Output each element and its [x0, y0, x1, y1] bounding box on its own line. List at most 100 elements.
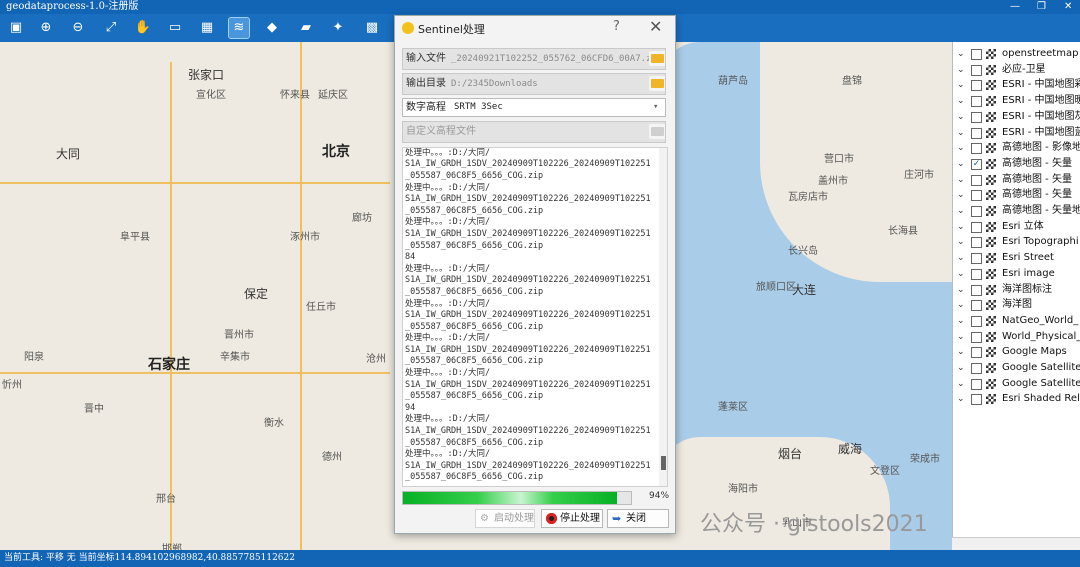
log-scrollbar[interactable] [659, 148, 667, 486]
select-icon[interactable]: ▩ [362, 18, 382, 38]
layer-item[interactable]: ⌄ NatGeo_World_ [953, 313, 1080, 329]
layer-item[interactable]: ⌄ ESRI - 中国地图暖 [953, 93, 1080, 109]
layer-item[interactable]: ⌄ Esri image [953, 266, 1080, 282]
layer-checkbox[interactable] [971, 80, 982, 92]
layer-checkbox[interactable] [971, 363, 982, 374]
expand-icon[interactable]: ⌄ [957, 329, 965, 345]
layer-checkbox[interactable] [971, 190, 982, 202]
layer-checkbox[interactable] [971, 331, 982, 343]
expand-icon[interactable]: ⌄ [957, 140, 965, 156]
dem-select[interactable]: 数字高程 SRTM 3Sec ▾ [402, 98, 666, 117]
zoom-out-icon[interactable]: ⊖ [68, 18, 88, 38]
minimize-icon[interactable]: — [1010, 0, 1020, 14]
full-extent-icon[interactable]: ⤢ [101, 18, 121, 38]
layer-item[interactable]: ⌄ Google Maps [953, 344, 1080, 360]
layer-checkbox[interactable] [971, 237, 982, 249]
map-place-label: 忻州 [2, 380, 22, 391]
north-arrow-icon[interactable]: ◆ [262, 18, 282, 38]
layer-item[interactable]: ⌄ ESRI - 中国地图彩 [953, 77, 1080, 93]
zoom-in-icon[interactable]: ⊕ [36, 18, 56, 38]
layer-item[interactable]: ⌄ Esri Topographi [953, 234, 1080, 250]
export-icon[interactable]: ✦ [328, 18, 348, 38]
layer-checkbox[interactable] [971, 49, 982, 60]
expand-icon[interactable]: ⌄ [957, 376, 965, 392]
save-icon[interactable]: ▣ [6, 18, 26, 38]
expand-icon[interactable]: ⌄ [957, 62, 965, 78]
expand-icon[interactable]: ⌄ [957, 297, 965, 313]
expand-icon[interactable]: ⌄ [957, 77, 965, 93]
layer-checkbox[interactable] [971, 96, 982, 108]
layer-checkbox[interactable] [971, 143, 982, 155]
layer-checkbox[interactable] [971, 315, 982, 327]
expand-icon[interactable]: ⌄ [957, 93, 965, 109]
output-dir-field[interactable]: 输出目录 D:/2345Downloads [402, 73, 666, 95]
expand-icon[interactable]: ⌄ [957, 125, 965, 141]
ruler-icon[interactable]: ▭ [165, 18, 185, 38]
layer-checkbox[interactable] [971, 378, 982, 390]
layer-item[interactable]: ⌄ 必应-卫星 [953, 62, 1080, 78]
label-icon[interactable]: ▰ [296, 18, 316, 38]
expand-icon[interactable]: ⌄ [957, 391, 965, 407]
layer-item[interactable]: ⌄ 高德地图 - 影像地 [953, 140, 1080, 156]
layer-item[interactable]: ⌄ 高德地图 - 矢量 [953, 172, 1080, 188]
layer-checkbox[interactable] [971, 174, 982, 186]
start-processing-button[interactable]: ⚙ 启动处理 [475, 509, 535, 528]
expand-icon[interactable]: ⌄ [957, 266, 965, 282]
log-line: 84 [405, 252, 416, 263]
expand-icon[interactable]: ⌄ [957, 187, 965, 203]
expand-icon[interactable]: ⌄ [957, 313, 965, 329]
layer-item[interactable]: ⌄ Esri Street [953, 250, 1080, 266]
expand-icon[interactable]: ⌄ [957, 360, 965, 376]
layer-checkbox[interactable]: ✓ [971, 158, 982, 170]
maximize-icon[interactable]: ❐ [1037, 0, 1046, 14]
expand-icon[interactable]: ⌄ [957, 250, 965, 266]
layers-active-icon[interactable]: ≋ [228, 17, 250, 39]
layer-checkbox[interactable] [971, 394, 982, 406]
expand-icon[interactable]: ⌄ [957, 282, 965, 298]
layer-checkbox[interactable] [971, 253, 982, 265]
layer-checkbox[interactable] [971, 111, 982, 123]
help-icon[interactable]: ? [613, 19, 620, 34]
layer-checkbox[interactable] [971, 221, 982, 233]
processing-log[interactable]: 处理中。。。:D:/大同/S1A_IW_GRDH_1SDV_20240909T1… [402, 147, 668, 487]
layer-checkbox[interactable] [971, 127, 982, 139]
layer-item[interactable]: ⌄ Esri Shaded Reli [953, 391, 1080, 407]
layer-checkbox[interactable] [971, 206, 982, 217]
layer-item[interactable]: ⌄ ESRI - 中国地图蓝 [953, 125, 1080, 141]
expand-icon[interactable]: ⌄ [957, 156, 965, 172]
layer-item[interactable]: ⌄ World_Physical_ [953, 329, 1080, 345]
layer-item[interactable]: ⌄ openstreetmap [953, 46, 1080, 62]
layer-checkbox[interactable] [971, 284, 982, 296]
layer-list-scrollbar[interactable] [952, 537, 1080, 550]
scrollbar-thumb[interactable] [661, 456, 666, 470]
expand-icon[interactable]: ⌄ [957, 219, 965, 235]
expand-icon[interactable]: ⌄ [957, 46, 965, 62]
expand-icon[interactable]: ⌄ [957, 234, 965, 250]
layer-item[interactable]: ⌄ ESRI - 中国地图灰 [953, 109, 1080, 125]
output-browse-button[interactable] [649, 76, 665, 91]
dialog-close-icon[interactable]: ✕ [649, 17, 662, 36]
expand-icon[interactable]: ⌄ [957, 109, 965, 125]
layer-item[interactable]: ⌄ 海洋图 [953, 297, 1080, 313]
layer-item[interactable]: ⌄ Google Satellite [953, 376, 1080, 392]
layer-item[interactable]: ⌄ 海洋图标注 [953, 282, 1080, 298]
stop-processing-button[interactable]: 停止处理 [541, 509, 603, 528]
layer-item[interactable]: ⌄ Google Satellite [953, 360, 1080, 376]
layer-checkbox[interactable] [971, 300, 982, 312]
layer-item[interactable]: ⌄ ✓ 高德地图 - 矢量 [953, 156, 1080, 172]
close-window-icon[interactable]: ✕ [1064, 0, 1072, 14]
layer-checkbox[interactable] [971, 347, 982, 359]
expand-icon[interactable]: ⌄ [957, 203, 965, 219]
layer-item[interactable]: ⌄ 高德地图 - 矢量 [953, 187, 1080, 203]
layer-checkbox[interactable] [971, 268, 982, 280]
expand-icon[interactable]: ⌄ [957, 344, 965, 360]
pan-hand-icon[interactable]: ✋ [133, 18, 153, 38]
layer-checkbox[interactable] [971, 64, 982, 76]
close-dialog-button[interactable]: ➥ 关闭 [607, 509, 669, 528]
expand-icon[interactable]: ⌄ [957, 172, 965, 188]
layer-item[interactable]: ⌄ 高德地图 - 矢量地 [953, 203, 1080, 219]
input-browse-button[interactable] [649, 51, 665, 66]
measure-area-icon[interactable]: ▦ [197, 18, 217, 38]
layer-item[interactable]: ⌄ Esri 立体 [953, 219, 1080, 235]
input-file-field[interactable]: 输入文件 _20240921T102252_055762_06CFD6_00A7… [402, 48, 666, 70]
